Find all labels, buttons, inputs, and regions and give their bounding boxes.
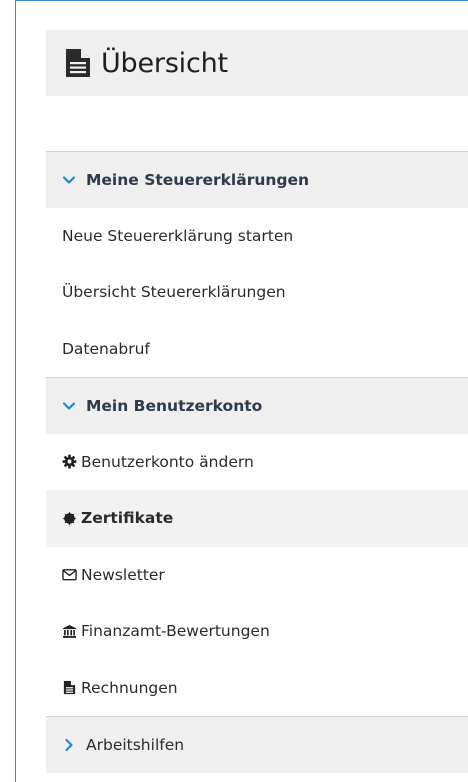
page-title: Übersicht (101, 47, 228, 79)
menu-item-datenabruf[interactable]: Datenabruf (46, 321, 468, 378)
gear-icon (62, 454, 77, 469)
menu-item-benutzerkonto-aendern[interactable]: Benutzerkonto ändern (46, 434, 468, 491)
menu-item-label: Finanzamt-Bewertungen (81, 622, 270, 641)
menu-item-label: Benutzerkonto ändern (81, 452, 254, 471)
sidebar-menu: Meine Steuererklärungen Neue Steuererklä… (46, 151, 468, 773)
section-arbeitshilfen[interactable]: Arbeitshilfen (46, 716, 468, 773)
document-icon (63, 681, 76, 695)
section-label: Arbeitshilfen (86, 735, 185, 754)
chevron-right-icon (65, 738, 73, 751)
bank-icon (62, 624, 77, 638)
menu-item-label: Neue Steuererklärung starten (62, 226, 294, 245)
menu-item-zertifikate[interactable]: Zertifikate (46, 490, 468, 547)
menu-item-label: Übersicht Steuererklärungen (62, 283, 286, 302)
menu-item-newsletter[interactable]: Newsletter (46, 547, 468, 604)
menu-item-label: Zertifikate (81, 509, 174, 528)
menu-item-neue-steuererklaerung[interactable]: Neue Steuererklärung starten (46, 208, 468, 265)
certificate-icon (62, 511, 77, 525)
section-label: Mein Benutzerkonto (86, 396, 263, 415)
menu-item-finanzamt-bewertungen[interactable]: Finanzamt-Bewertungen (46, 603, 468, 660)
menu-item-uebersicht-steuererklaerungen[interactable]: Übersicht Steuererklärungen (46, 264, 468, 321)
chevron-down-icon (62, 176, 76, 184)
page-header: Übersicht (46, 30, 468, 96)
chevron-down-icon (62, 402, 76, 410)
section-meine-steuererklaerungen[interactable]: Meine Steuererklärungen (46, 151, 468, 208)
section-label: Meine Steuererklärungen (86, 170, 310, 189)
menu-item-label: Datenabruf (62, 339, 150, 358)
document-icon (66, 49, 90, 77)
menu-item-label: Rechnungen (81, 678, 178, 697)
section-mein-benutzerkonto[interactable]: Mein Benutzerkonto (46, 377, 468, 434)
menu-item-rechnungen[interactable]: Rechnungen (46, 660, 468, 717)
envelope-icon (62, 569, 77, 581)
menu-item-label: Newsletter (81, 565, 165, 584)
